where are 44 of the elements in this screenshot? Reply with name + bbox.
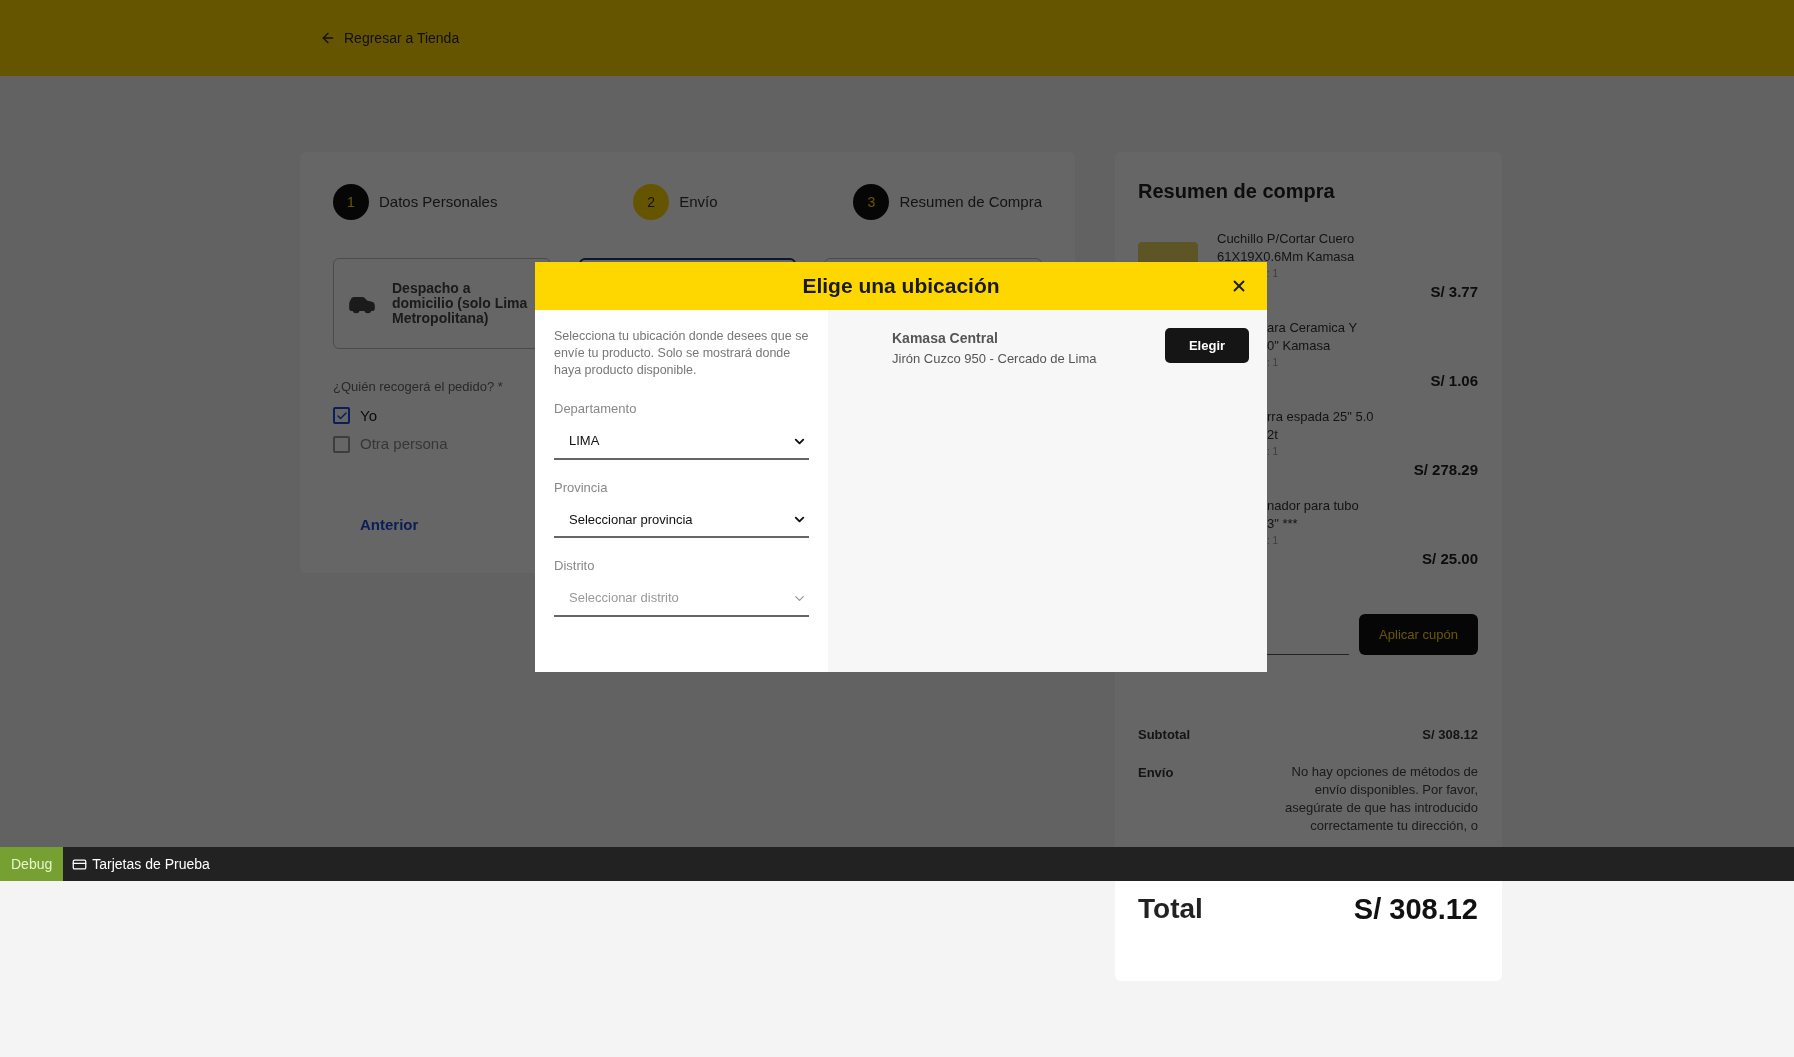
dialog-title: Elige una ubicación xyxy=(802,273,1000,300)
delivery-option-label: Despacho a domicilio (solo Lima Metropolitana) xyxy=(392,281,529,326)
shipping-note: No hay opciones de métodos de envío disponibles. Por favor, asegúrate de que has introducido correctamente tu dirección, o xyxy=(1284,762,1478,835)
product-price: S/ 3.77 xyxy=(1430,282,1478,302)
subtotal-value: S/ 308.12 xyxy=(1422,726,1478,744)
subtotal-label: Subtotal xyxy=(1138,726,1190,744)
pickup-question: ¿Quién recogerá el pedido? * xyxy=(333,378,503,396)
select-field[interactable]: Seleccionar provincia xyxy=(554,503,809,538)
product-name: nador para tubo 3" *** xyxy=(1267,497,1360,533)
product-price: S/ 25.00 xyxy=(1422,549,1478,569)
test-cards-link[interactable]: Tarjetas de Prueba xyxy=(72,853,210,875)
step-number: 2 xyxy=(633,184,670,220)
apply-coupon-button[interactable]: Aplicar cupón xyxy=(1359,614,1478,655)
previous-button[interactable]: Anterior xyxy=(360,513,419,536)
total-value: S/ 308.12 xyxy=(1353,891,1478,927)
step-number: 3 xyxy=(853,184,890,220)
select-field[interactable]: LIMA xyxy=(554,424,809,460)
checkbox-label: Yo xyxy=(360,405,377,426)
product-name: Cuchillo P/Cortar Cuero 61X19X0.6Mm Kamasa xyxy=(1217,230,1356,266)
field-label: Distrito xyxy=(554,557,596,575)
total-label: Total xyxy=(1138,892,1203,927)
credit-card-icon xyxy=(72,856,88,872)
product-name: ara Ceramica Y 0" Kamasa xyxy=(1267,319,1359,355)
store-address: Jirón Cuzco 950 - Cercado de Lima xyxy=(892,350,1097,368)
step-label[interactable]: Resumen de Compra xyxy=(899,190,1042,214)
checkmark-icon xyxy=(335,409,348,422)
choose-button[interactable]: Elegir xyxy=(1165,328,1249,363)
summary-title: Resumen de compra xyxy=(1138,179,1336,204)
step-label[interactable]: Envío xyxy=(679,190,718,214)
checkbox[interactable] xyxy=(333,407,350,425)
product-name: rra espada 25" 5.0 2t xyxy=(1267,408,1375,444)
checkbox[interactable] xyxy=(333,435,350,453)
field-label: Departamento xyxy=(554,400,638,418)
field-label: Provincia xyxy=(554,478,609,497)
store-name: Kamasa Central xyxy=(892,329,999,348)
back-arrow-icon xyxy=(320,30,336,46)
debug-badge: Debug xyxy=(0,847,64,881)
back-to-store-link[interactable]: Regresar a Tienda xyxy=(320,27,460,49)
product-price: S/ 278.29 xyxy=(1413,460,1478,480)
dialog-description: Selecciona tu ubicación donde desees que se envíe tu producto. Solo se mostrará donde haya producto disponible. xyxy=(554,328,809,379)
step-number: 1 xyxy=(333,184,369,220)
product-price: S/ 1.06 xyxy=(1430,371,1478,391)
shipping-label: Envío xyxy=(1138,763,1174,782)
step-label[interactable]: Datos Personales xyxy=(379,190,498,214)
